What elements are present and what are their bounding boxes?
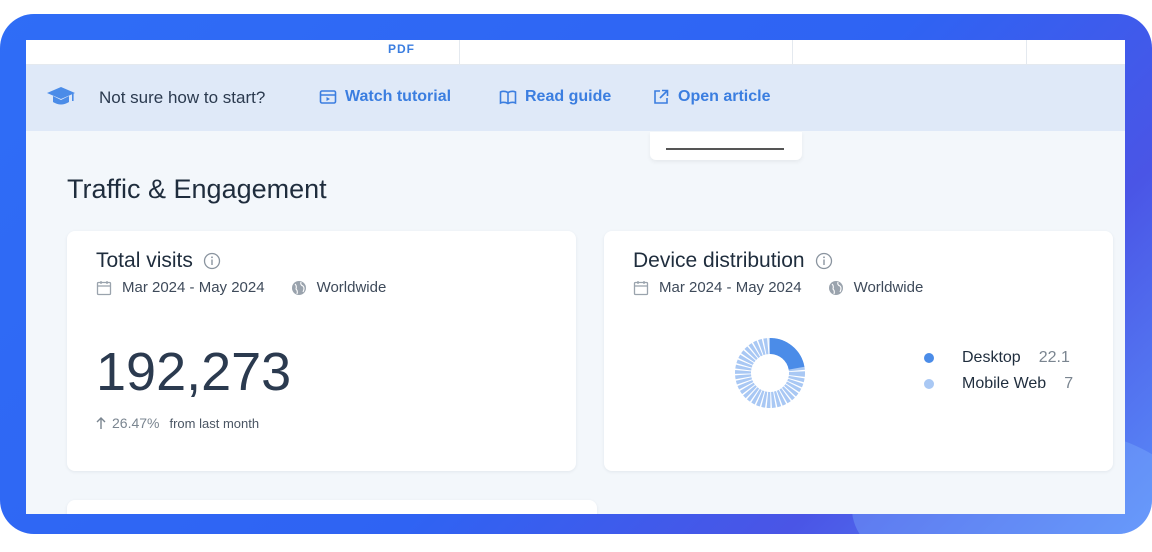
growth-label: from last month xyxy=(169,415,260,431)
video-icon xyxy=(319,90,337,104)
arrow-up-icon xyxy=(96,417,106,429)
help-banner: Not sure how to start? Watch tutorial Re… xyxy=(26,65,1125,131)
total-visits-card: Total visits Mar 2024 - May 2024 Worldwi… xyxy=(67,231,576,471)
date-range: Mar 2024 - May 2024 xyxy=(122,279,265,296)
legend-dot xyxy=(924,379,934,389)
top-bar-divider xyxy=(1026,40,1027,64)
device-legend: Desktop 22.1 Mobile Web 7 xyxy=(924,345,1073,397)
section-title: Traffic & Engagement xyxy=(67,174,327,204)
device-distribution-card: Device distribution Mar 2024 - May 2024 xyxy=(604,231,1113,471)
top-bar: PDF xyxy=(26,40,1125,65)
info-icon[interactable] xyxy=(203,252,221,270)
region: Worldwide xyxy=(316,279,387,296)
growth-indicator: 26.47% from last month xyxy=(96,415,259,431)
top-bar-fragment: PDF xyxy=(388,42,415,56)
tooltip-preview xyxy=(650,132,802,160)
date-range: Mar 2024 - May 2024 xyxy=(659,279,802,296)
help-prompt: Not sure how to start? xyxy=(99,88,266,107)
open-article-label: Open article xyxy=(678,88,771,105)
region: Worldwide xyxy=(853,279,924,296)
calendar-icon xyxy=(96,280,112,295)
device-distribution-title: Device distribution xyxy=(633,249,805,272)
legend-dot xyxy=(924,353,934,363)
book-icon xyxy=(499,90,517,105)
total-visits-title: Total visits xyxy=(96,249,193,272)
card-meta: Mar 2024 - May 2024 Worldwide xyxy=(96,279,386,296)
graduation-cap-icon xyxy=(47,87,75,105)
legend-value: 22.1 xyxy=(1038,349,1070,366)
legend-label: Mobile Web xyxy=(962,375,1047,392)
next-card-partial xyxy=(67,500,597,514)
device-donut-chart xyxy=(735,338,805,408)
external-link-icon xyxy=(654,89,669,104)
legend-value: 7 xyxy=(1064,375,1074,392)
watch-tutorial-label: Watch tutorial xyxy=(345,88,452,105)
growth-percent: 26.47% xyxy=(112,415,160,431)
globe-icon xyxy=(291,280,306,295)
total-visits-value: 192,273 xyxy=(96,342,292,402)
top-bar-divider xyxy=(459,40,460,64)
legend-item-desktop: Desktop 22.1 xyxy=(924,345,1073,371)
top-bar-divider xyxy=(792,40,793,64)
info-icon[interactable] xyxy=(815,252,833,270)
calendar-icon xyxy=(633,280,649,295)
read-guide-link[interactable]: Read guide xyxy=(499,88,611,106)
legend-label: Desktop xyxy=(962,349,1021,366)
card-title: Total visits xyxy=(96,249,221,273)
presentation-frame: PDF Not sure how to start? Watch tutoria… xyxy=(0,14,1152,534)
globe-icon xyxy=(828,280,843,295)
open-article-link[interactable]: Open article xyxy=(652,88,770,106)
legend-item-mobile-web: Mobile Web 7 xyxy=(924,371,1073,397)
preview-line xyxy=(666,148,784,150)
app-screen: PDF Not sure how to start? Watch tutoria… xyxy=(26,40,1125,514)
card-meta: Mar 2024 - May 2024 Worldwide xyxy=(633,279,923,296)
read-guide-label: Read guide xyxy=(525,88,612,105)
watch-tutorial-link[interactable]: Watch tutorial xyxy=(319,88,451,106)
card-title: Device distribution xyxy=(633,249,833,273)
